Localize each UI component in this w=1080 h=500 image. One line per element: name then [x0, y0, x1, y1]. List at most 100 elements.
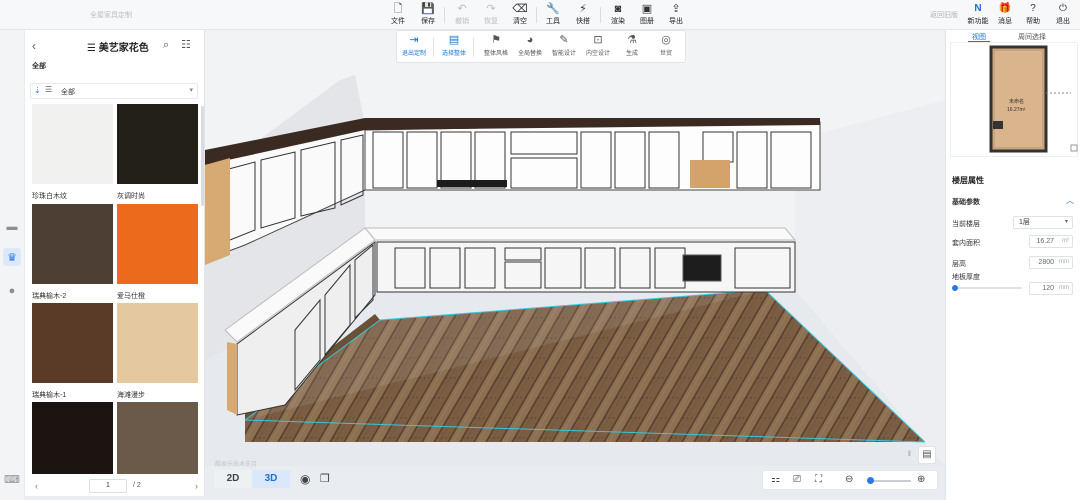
- next-page-icon[interactable]: ›: [195, 481, 198, 491]
- material-swatch[interactable]: [117, 104, 198, 184]
- overall-style-label: 整体风格: [483, 51, 508, 57]
- toolbar-divider: [600, 7, 601, 23]
- custom-tool-panel: ⇥ 退出定制 ▤ 选择整体 ⚑ 整体风格 ◕ 全局替换 ✎ 智能设计 ⊡ 内空设…: [396, 30, 686, 63]
- drawing-button[interactable]: ▣ 图册: [632, 3, 662, 29]
- zoom-slider[interactable]: [867, 477, 911, 484]
- clipboard-icon[interactable]: ▤: [918, 446, 936, 464]
- quick-label: 快搭: [576, 18, 590, 25]
- height-value: 2800: [1038, 259, 1054, 266]
- clear-button[interactable]: ⌫ 清空: [505, 3, 535, 29]
- global-replace-button[interactable]: ◕ 全局替换: [515, 34, 545, 62]
- help-icon: ?: [1030, 3, 1036, 14]
- search-icon[interactable]: ⌕: [163, 39, 169, 52]
- material-swatch[interactable]: [117, 303, 198, 383]
- undo-button[interactable]: ↶ 撤销: [447, 3, 477, 29]
- inner-space-button[interactable]: ⊡ 内空设计: [583, 34, 613, 62]
- thickness-field[interactable]: 120 mm: [1029, 282, 1073, 295]
- floor-select[interactable]: 1层 ▾: [1013, 216, 1073, 229]
- tools-button[interactable]: 🔧 工具: [538, 3, 568, 29]
- minimap-area: 16.27m²: [1007, 107, 1026, 113]
- chevron-up-icon[interactable]: ︿: [1066, 195, 1074, 206]
- pagination: ‹ 1 / 2 ›: [25, 478, 205, 496]
- material-swatch[interactable]: [32, 204, 113, 284]
- toolbar-divider: [444, 7, 445, 23]
- select-layout-label: 选择整体: [441, 51, 466, 57]
- page-input[interactable]: 1: [89, 479, 127, 493]
- area-label: 套内面积: [952, 240, 980, 247]
- category-select[interactable]: ⇣ ☰ 全部 ▾: [30, 83, 198, 99]
- filter-icon[interactable]: ☷: [181, 38, 191, 51]
- logout-label: 退出: [1056, 18, 1070, 25]
- message-button[interactable]: 🎁 消息: [990, 3, 1020, 29]
- material-swatch[interactable]: [32, 104, 113, 184]
- zoom-out-icon[interactable]: ⊖: [845, 474, 853, 485]
- generate-button[interactable]: ⚗ 生成: [617, 34, 647, 62]
- prev-page-icon[interactable]: ‹: [35, 481, 38, 491]
- scrollbar[interactable]: [201, 106, 204, 206]
- message-label: 消息: [998, 18, 1012, 25]
- material-swatch[interactable]: [117, 204, 198, 284]
- redo-button[interactable]: ↷ 恢复: [476, 3, 506, 29]
- view-3d-button[interactable]: 3D: [252, 470, 290, 488]
- tab-select[interactable]: 周间选择: [1018, 32, 1046, 42]
- material-swatch[interactable]: [32, 303, 113, 383]
- material-label: 瑞典榆木-2: [32, 293, 67, 300]
- viewport-controls: ⚏ ⎚ ⛶ ⊖ ⊕: [762, 470, 938, 490]
- save-button[interactable]: 💾 保存: [413, 3, 443, 29]
- smart-design-button[interactable]: ✎ 智能设计: [549, 34, 579, 62]
- render-button[interactable]: ◙ 渲染: [603, 3, 633, 29]
- 3d-viewport[interactable]: [205, 30, 945, 466]
- layout-icon[interactable]: ⚏: [771, 474, 780, 485]
- help-button[interactable]: ? 帮助: [1018, 3, 1048, 29]
- export-label: 导出: [669, 18, 683, 25]
- export-icon: ⇪: [671, 3, 681, 15]
- material-label: 海滩漫步: [117, 392, 145, 399]
- keyboard-icon[interactable]: ⌨: [3, 470, 21, 488]
- sort-icon: ⇣: [34, 86, 41, 95]
- camera-settings-icon[interactable]: ⎚: [793, 474, 801, 485]
- eye-icon[interactable]: ◉: [300, 472, 310, 486]
- zoom-slider-knob[interactable]: [867, 477, 874, 484]
- quick-build-button[interactable]: ⚡ 快搭: [568, 3, 598, 29]
- exit-custom-button[interactable]: ⇥ 退出定制: [399, 34, 429, 62]
- zoom-in-icon[interactable]: ⊕: [917, 474, 925, 485]
- sofa-icon[interactable]: ▬: [3, 218, 21, 236]
- material-swatch[interactable]: [117, 402, 198, 474]
- layout-icon: ▤: [448, 34, 460, 46]
- exit-custom-label: 退出定制: [401, 51, 426, 57]
- select-layout-button[interactable]: ▤ 选择整体: [439, 34, 469, 62]
- back-old-version-link[interactable]: 返回旧版: [930, 10, 958, 20]
- floor-plan-minimap[interactable]: 未命名 16.27m²: [950, 42, 1078, 157]
- lightning-icon: ⚡: [579, 3, 587, 15]
- material-label: 灰调时尚: [117, 193, 145, 200]
- file-icon: 🗋: [393, 3, 403, 15]
- user-icon[interactable]: ●: [3, 282, 21, 300]
- logout-button[interactable]: ⏻ 退出: [1048, 3, 1078, 29]
- height-field[interactable]: 2800 mm: [1029, 256, 1073, 269]
- caret-down-icon: ▾: [1064, 219, 1068, 225]
- handle-icon[interactable]: ‖: [908, 451, 911, 458]
- exit-icon: ⇥: [409, 34, 419, 46]
- world-label: 世贸: [659, 51, 672, 57]
- thickness-slider[interactable]: [952, 285, 1022, 291]
- export-button[interactable]: ⇪ 导出: [661, 3, 691, 29]
- thickness-slider-knob[interactable]: [952, 285, 958, 291]
- thickness-value: 120: [1042, 285, 1054, 292]
- file-button[interactable]: 🗋 文件: [383, 3, 413, 29]
- material-panel: ‹ ☰ 美艺家花色 ⌕ ☷ 全部 ⇣ ☰ 全部 ▾ 珍珠白木纹 灰调时尚 瑞典榆木-…: [25, 30, 205, 496]
- crown-icon[interactable]: ♛: [3, 248, 21, 266]
- fit-view-icon[interactable]: ⛶: [815, 474, 822, 485]
- smart-design-label: 智能设计: [551, 51, 576, 57]
- new-feature-button[interactable]: N 新功能: [963, 3, 993, 29]
- world-button[interactable]: ◎ 世贸: [651, 34, 681, 62]
- cube-icon[interactable]: ❒: [320, 472, 330, 485]
- panel-title: ☰ 美艺家花色: [87, 43, 149, 54]
- view-2d-button[interactable]: 2D: [214, 470, 252, 488]
- material-swatch[interactable]: [32, 402, 113, 474]
- back-arrow-icon[interactable]: ‹: [32, 39, 36, 53]
- gift-icon: 🎁: [998, 3, 1012, 14]
- style-icon: ⚑: [491, 34, 501, 46]
- height-label: 层高: [952, 261, 966, 268]
- height-unit: mm: [1059, 259, 1069, 265]
- overall-style-button[interactable]: ⚑ 整体风格: [481, 34, 511, 62]
